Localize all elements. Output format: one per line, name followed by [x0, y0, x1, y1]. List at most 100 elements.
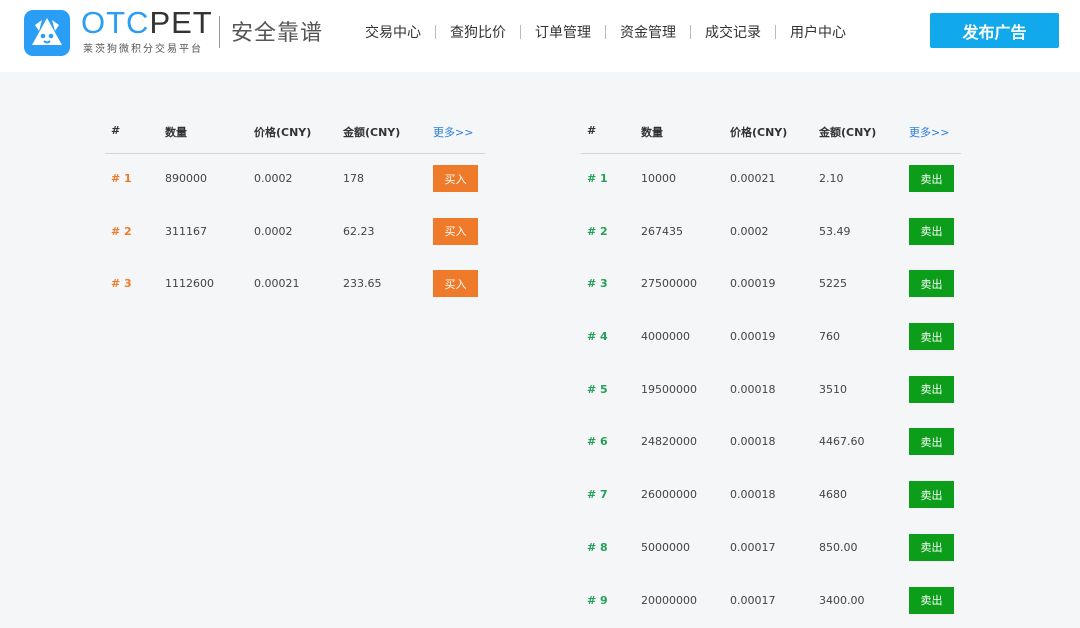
row-price: 0.00018 [730, 488, 776, 501]
sell-button[interactable]: 卖出 [909, 323, 954, 350]
row-price: 0.0002 [254, 172, 293, 185]
row-amount: 233.65 [343, 277, 382, 290]
row-index: # 1 [111, 172, 132, 185]
row-price: 0.00019 [730, 330, 776, 343]
sell-row: # 5 19500000 0.00018 3510 卖出 [581, 365, 961, 418]
row-amount: 3510 [819, 383, 847, 396]
row-quantity: 19500000 [641, 383, 697, 396]
row-quantity: 5000000 [641, 541, 690, 554]
col-header-index: # [111, 124, 120, 137]
row-quantity: 311167 [165, 225, 207, 238]
buy-orders-table: # 数量 价格(CNY) 金额(CNY) 更多>> # 1 890000 0.000… [105, 111, 485, 312]
col-header-quantity: 数量 [165, 124, 187, 140]
row-quantity: 20000000 [641, 594, 697, 607]
row-index: # 3 [587, 277, 608, 290]
sell-button[interactable]: 卖出 [909, 218, 954, 245]
buy-more-link[interactable]: 更多>> [433, 124, 473, 140]
row-amount: 62.23 [343, 225, 375, 238]
row-quantity: 26000000 [641, 488, 697, 501]
sell-button[interactable]: 卖出 [909, 587, 954, 614]
row-amount: 850.00 [819, 541, 858, 554]
dog-logo-icon[interactable] [24, 10, 70, 56]
col-header-price: 价格(CNY) [730, 124, 787, 140]
nav-item-funds[interactable]: 资金管理 [606, 22, 690, 42]
row-price: 0.00018 [730, 435, 776, 448]
main-nav: 交易中心 查狗比价 订单管理 资金管理 成交记录 用户中心 [351, 22, 860, 42]
nav-item-user-center[interactable]: 用户中心 [776, 22, 860, 42]
buy-button[interactable]: 买入 [433, 270, 478, 297]
sell-button[interactable]: 卖出 [909, 270, 954, 297]
row-price: 0.0002 [730, 225, 769, 238]
row-amount: 4467.60 [819, 435, 865, 448]
row-amount: 4680 [819, 488, 847, 501]
nav-item-trade-center[interactable]: 交易中心 [351, 22, 435, 42]
row-quantity: 24820000 [641, 435, 697, 448]
row-price: 0.00021 [254, 277, 300, 290]
sell-table-header: # 数量 价格(CNY) 金额(CNY) 更多>> [581, 111, 961, 154]
publish-ad-button[interactable]: 发布广告 [930, 13, 1059, 48]
row-amount: 53.49 [819, 225, 851, 238]
nav-item-price-compare[interactable]: 查狗比价 [436, 22, 520, 42]
slogan: 安全靠谱 [231, 15, 323, 47]
buy-table-header: # 数量 价格(CNY) 金额(CNY) 更多>> [105, 111, 485, 154]
row-quantity: 890000 [165, 172, 207, 185]
sell-row: # 9 20000000 0.00017 3400.00 卖出 [581, 576, 961, 628]
nav-item-orders[interactable]: 订单管理 [521, 22, 605, 42]
row-amount: 178 [343, 172, 364, 185]
sell-rows: # 1 10000 0.00021 2.10 卖出 # 2 267435 0.0002 53.4… [581, 154, 961, 628]
row-index: # 5 [587, 383, 608, 396]
row-amount: 3400.00 [819, 594, 865, 607]
row-price: 0.00021 [730, 172, 776, 185]
row-price: 0.00017 [730, 594, 776, 607]
row-quantity: 10000 [641, 172, 676, 185]
brand-subtitle: 莱茨狗微积分交易平台 [83, 40, 203, 55]
row-index: # 7 [587, 488, 608, 501]
row-index: # 6 [587, 435, 608, 448]
row-amount: 760 [819, 330, 840, 343]
brand-divider [219, 16, 220, 48]
row-price: 0.00018 [730, 383, 776, 396]
buy-row: # 3 1112600 0.00021 233.65 买入 [105, 259, 485, 312]
sell-row: # 8 5000000 0.00017 850.00 卖出 [581, 523, 961, 576]
row-index: # 9 [587, 594, 608, 607]
sell-row: # 7 26000000 0.00018 4680 卖出 [581, 470, 961, 523]
buy-button[interactable]: 买入 [433, 165, 478, 192]
sell-more-link[interactable]: 更多>> [909, 124, 949, 140]
row-index: # 3 [111, 277, 132, 290]
col-header-amount: 金额(CNY) [343, 124, 400, 140]
sell-button[interactable]: 卖出 [909, 428, 954, 455]
sell-button[interactable]: 卖出 [909, 481, 954, 508]
row-price: 0.00019 [730, 277, 776, 290]
sell-button[interactable]: 卖出 [909, 165, 954, 192]
sell-row: # 1 10000 0.00021 2.10 卖出 [581, 154, 961, 207]
row-quantity: 267435 [641, 225, 683, 238]
row-price: 0.00017 [730, 541, 776, 554]
col-header-index: # [587, 124, 596, 137]
sell-button[interactable]: 卖出 [909, 376, 954, 403]
sell-button[interactable]: 卖出 [909, 534, 954, 561]
sell-orders-table: # 数量 价格(CNY) 金额(CNY) 更多>> # 1 10000 0.0002… [581, 111, 961, 628]
row-index: # 2 [587, 225, 608, 238]
brand-name-part1: OTC [81, 5, 149, 40]
row-quantity: 1112600 [165, 277, 214, 290]
nav-item-deal-records[interactable]: 成交记录 [691, 22, 775, 42]
row-price: 0.0002 [254, 225, 293, 238]
buy-row: # 1 890000 0.0002 178 买入 [105, 154, 485, 207]
sell-row: # 4 4000000 0.00019 760 卖出 [581, 312, 961, 365]
brand-name-part2: PET [149, 5, 212, 40]
row-index: # 2 [111, 225, 132, 238]
row-amount: 2.10 [819, 172, 844, 185]
row-quantity: 27500000 [641, 277, 697, 290]
col-header-price: 价格(CNY) [254, 124, 311, 140]
row-index: # 8 [587, 541, 608, 554]
row-index: # 1 [587, 172, 608, 185]
sell-row: # 3 27500000 0.00019 5225 卖出 [581, 259, 961, 312]
col-header-quantity: 数量 [641, 124, 663, 140]
col-header-amount: 金额(CNY) [819, 124, 876, 140]
row-quantity: 4000000 [641, 330, 690, 343]
brand-name[interactable]: OTCPET [81, 6, 213, 40]
row-index: # 4 [587, 330, 608, 343]
row-amount: 5225 [819, 277, 847, 290]
buy-button[interactable]: 买入 [433, 218, 478, 245]
buy-row: # 2 311167 0.0002 62.23 买入 [105, 207, 485, 260]
